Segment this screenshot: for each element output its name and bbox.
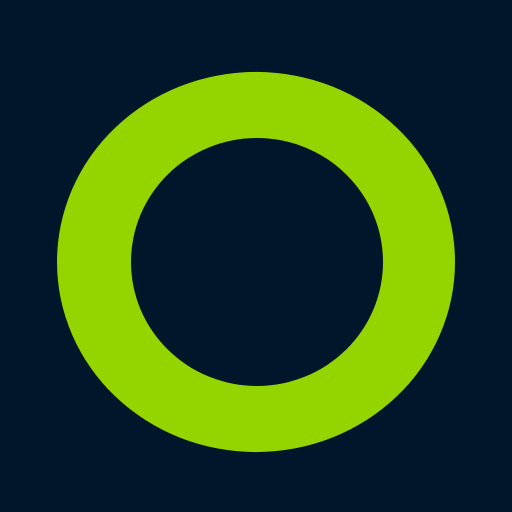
ring-shape <box>56 71 456 453</box>
ring-logo-icon <box>56 71 456 453</box>
logo-canvas <box>0 0 512 512</box>
